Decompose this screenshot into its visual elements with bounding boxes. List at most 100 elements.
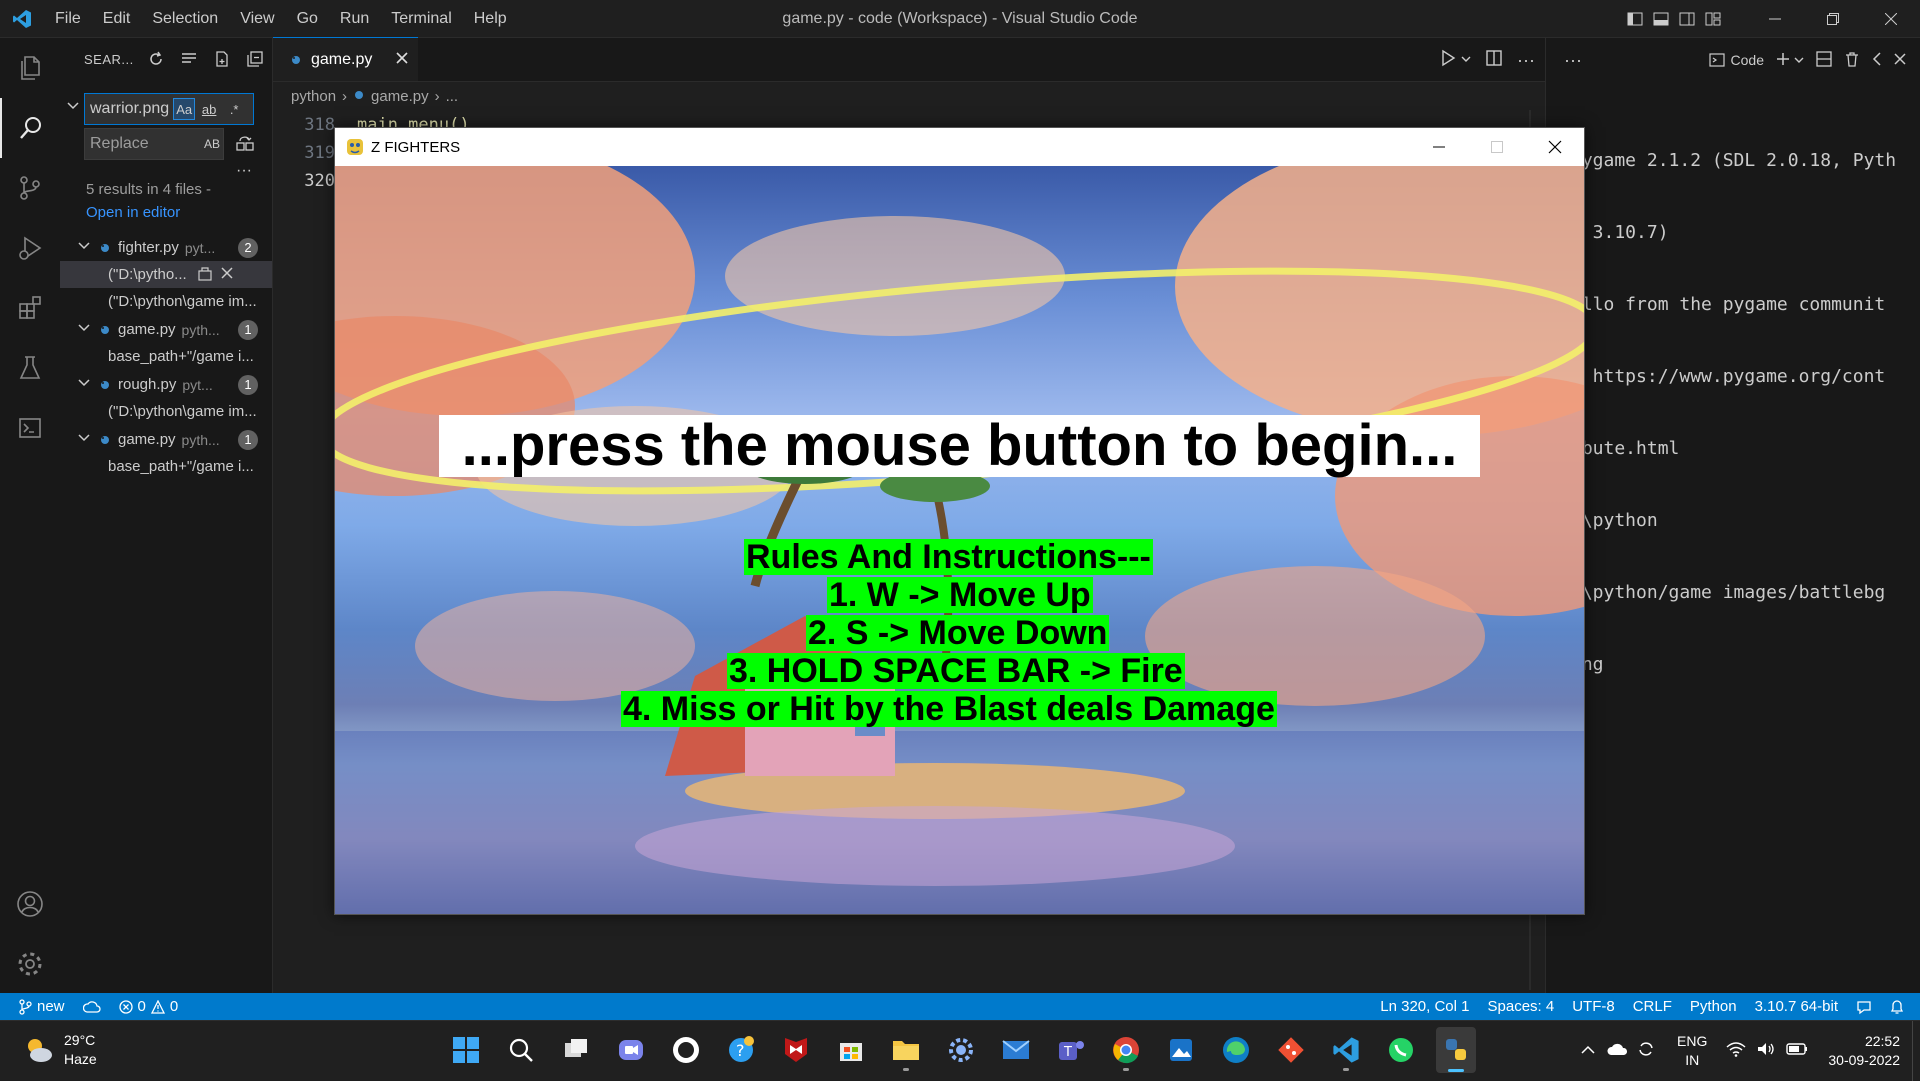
github-icon[interactable] [666,1027,706,1073]
menu-selection[interactable]: Selection [141,0,229,38]
clear-results-icon[interactable] [178,48,200,70]
settings-gear-icon[interactable] [0,934,60,994]
dismiss-match-icon[interactable] [221,266,233,283]
menu-file[interactable]: File [44,0,92,38]
python-interpreter[interactable]: 3.10.7 64-bit [1746,998,1847,1015]
replace-match-icon[interactable] [197,265,213,285]
customize-layout-icon[interactable] [1700,0,1726,38]
start-prompt-banner[interactable]: ...press the mouse button to begin... [439,415,1480,477]
close-window-icon[interactable] [1862,0,1920,38]
teams-icon[interactable]: T [1051,1027,1091,1073]
game-window[interactable]: Z FIGHTERS ...press the mouse button to … [334,127,1585,915]
result-file-game-2[interactable]: game.py pyth... 1 [60,426,272,453]
terminal-selector[interactable]: Code [1708,52,1764,68]
menu-view[interactable]: View [229,0,285,38]
result-match-row[interactable]: ("D:\python\game im... [60,398,272,425]
replace-all-icon[interactable] [236,134,254,156]
result-match-row[interactable]: base_path+"/game i... [60,453,272,480]
teams-chat-icon[interactable] [611,1027,651,1073]
game-window-titlebar[interactable]: Z FIGHTERS [335,128,1584,166]
split-editor-icon[interactable] [1485,49,1503,72]
new-search-editor-icon[interactable] [211,48,233,70]
game-close-icon[interactable] [1526,128,1584,166]
menu-run[interactable]: Run [329,0,380,38]
sync-status[interactable] [74,1000,110,1014]
wifi-icon[interactable] [1721,1041,1751,1062]
encoding-status[interactable]: UTF-8 [1563,998,1624,1015]
menu-terminal[interactable]: Terminal [380,0,462,38]
language-mode[interactable]: Python [1681,998,1746,1015]
weather-widget[interactable]: 29°C Haze [22,1031,97,1069]
photos-icon[interactable] [1161,1027,1201,1073]
toggle-replace-chevron-icon[interactable] [66,98,80,116]
volume-icon[interactable] [1751,1041,1781,1062]
menu-help[interactable]: Help [463,0,518,38]
explorer-icon[interactable] [0,38,60,98]
get-help-icon[interactable]: ? [721,1027,761,1073]
open-in-editor-link[interactable]: Open in editor [86,204,180,221]
breadcrumb-file[interactable]: game.py [371,88,429,105]
cursor-position[interactable]: Ln 320, Col 1 [1371,998,1478,1015]
panel-more-actions-icon[interactable]: ··· [1564,50,1582,71]
breadcrumb-folder[interactable]: python [291,88,336,105]
restore-icon[interactable] [1804,0,1862,38]
new-terminal-icon[interactable] [1776,52,1790,69]
eol-status[interactable]: CRLF [1624,998,1681,1015]
remote-explorer-icon[interactable] [0,398,60,458]
result-file-rough[interactable]: rough.py pyt... 1 [60,371,272,398]
git-icon[interactable] [1271,1027,1311,1073]
start-button[interactable] [446,1027,486,1073]
run-dropdown-chevron-icon[interactable] [1461,51,1471,69]
toggle-secondary-sidebar-icon[interactable] [1674,0,1700,38]
mcafee-icon[interactable] [776,1027,816,1073]
preserve-case-toggle[interactable]: AB [201,133,223,155]
result-file-fighter[interactable]: fighter.py pyt... 2 [60,234,272,261]
edge-icon[interactable] [1216,1027,1256,1073]
panel-previous-icon[interactable] [1872,51,1882,69]
more-options-icon[interactable]: ··· [236,162,252,180]
result-match-row[interactable]: ("D:\pytho... [60,261,272,288]
result-match-row[interactable]: base_path+"/game i... [60,343,272,370]
indentation-status[interactable]: Spaces: 4 [1479,998,1564,1015]
show-hidden-icons-chevron-icon[interactable] [1573,1042,1603,1060]
result-match-row[interactable]: ("D:\python\game im... [60,288,272,315]
tab-game-py[interactable]: game.py [273,37,418,81]
close-tab-icon[interactable] [396,51,408,69]
terminal-dropdown-chevron-icon[interactable] [1794,52,1804,68]
python-game-taskbar-icon[interactable] [1436,1027,1476,1073]
onedrive-cloud-icon[interactable] [1603,1042,1633,1061]
toggle-panel-icon[interactable] [1648,0,1674,38]
refresh-icon[interactable] [145,48,167,70]
vscode-taskbar-icon[interactable] [1326,1027,1366,1073]
search-input[interactable]: warrior.png Aa ab .* [84,93,254,125]
branch-status[interactable]: new [0,998,74,1015]
input-language[interactable]: ENG IN [1663,1032,1721,1070]
show-desktop-button[interactable] [1912,1021,1920,1081]
close-panel-icon[interactable] [1894,52,1906,68]
microsoft-store-icon[interactable] [831,1027,871,1073]
editor-more-actions-icon[interactable]: ··· [1517,50,1535,71]
toggle-sidebar-icon[interactable] [1622,0,1648,38]
notifications-bell-icon[interactable] [1881,999,1920,1015]
split-terminal-icon[interactable] [1816,50,1832,70]
clock[interactable]: 22:52 30-09-2022 [1820,1032,1912,1070]
battery-icon[interactable] [1781,1042,1820,1061]
kill-terminal-trash-icon[interactable] [1844,51,1860,70]
feedback-icon[interactable] [1847,999,1881,1015]
minimize-icon[interactable] [1746,0,1804,38]
file-explorer-icon[interactable] [886,1027,926,1073]
settings-icon[interactable] [941,1027,981,1073]
testing-icon[interactable] [0,338,60,398]
menu-go[interactable]: Go [286,0,329,38]
search-icon[interactable] [0,98,60,158]
sync-icon[interactable] [1633,1040,1663,1063]
use-regex-toggle[interactable]: .* [223,98,245,120]
result-file-game[interactable]: game.py pyth... 1 [60,316,272,343]
mail-icon[interactable] [996,1027,1036,1073]
source-control-icon[interactable] [0,158,60,218]
taskbar-search-icon[interactable] [501,1027,541,1073]
chrome-icon[interactable] [1106,1027,1146,1073]
game-canvas[interactable]: ...press the mouse button to begin... Ru… [335,166,1584,914]
breadcrumb-symbol[interactable]: ... [446,88,459,105]
match-whole-word-toggle[interactable]: ab [198,98,220,120]
